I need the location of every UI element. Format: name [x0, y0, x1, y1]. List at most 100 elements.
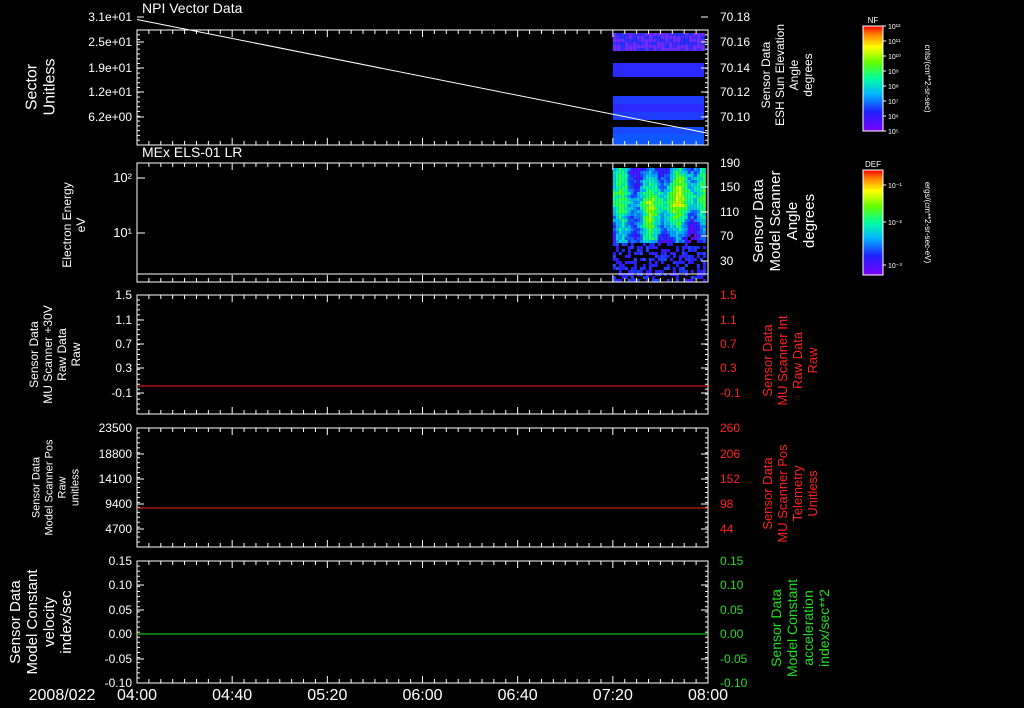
- spectrogram-cell: [630, 216, 634, 219]
- spectrogram-cell: [633, 225, 637, 228]
- spectrogram-cell: [666, 192, 670, 195]
- spectrogram-cell: [624, 42, 629, 45]
- spectrogram-cell: [642, 219, 646, 222]
- y2-axis-label-line: Sensor Data: [768, 589, 784, 667]
- spectrogram-cell: [642, 201, 646, 204]
- spectrogram-cell: [636, 216, 640, 219]
- spectrogram-cell: [660, 225, 664, 228]
- spectrogram-cell: [654, 255, 658, 258]
- spectrogram-cell: [696, 39, 701, 42]
- spectrogram-cell: [639, 234, 643, 237]
- spectrogram-cell: [648, 270, 652, 273]
- spectrogram-cell: [684, 198, 688, 201]
- spectrogram-cell: [630, 168, 634, 171]
- y2-tick-label: -0.1: [720, 386, 741, 400]
- spectrogram-cell: [654, 264, 658, 267]
- spectrogram-cell: [615, 189, 619, 192]
- spectrogram-cell: [664, 39, 669, 42]
- y2-tick-label: 0.10: [720, 578, 744, 592]
- spectrogram-cell: [624, 231, 628, 234]
- spectrogram-cell: [648, 240, 652, 243]
- spectrogram-cell: [644, 39, 649, 42]
- spectrogram-cell: [676, 36, 681, 39]
- spectrogram-cell: [675, 201, 679, 204]
- spectrogram-cell: [616, 42, 621, 45]
- spectrogram-cell: [615, 234, 619, 237]
- spectrogram-cell: [669, 231, 673, 234]
- spectrogram-cell: [687, 246, 691, 249]
- spectrogram-cell: [657, 186, 661, 189]
- spectrogram-cell: [693, 180, 697, 183]
- spectrogram-cell: [616, 36, 621, 39]
- spectrogram-cell: [702, 255, 706, 258]
- spectrogram-cell: [636, 186, 640, 189]
- spectrogram-cell: [651, 195, 655, 198]
- spectrogram-cell: [696, 198, 700, 201]
- spectrogram-cell: [666, 201, 670, 204]
- spectrogram-cell: [702, 267, 706, 270]
- spectrogram-cell: [633, 267, 637, 270]
- spectrogram-cell: [651, 237, 655, 240]
- spectrogram-cell: [618, 264, 622, 267]
- spectrogram-cell: [651, 183, 655, 186]
- spectrogram-cell: [618, 234, 622, 237]
- spectrogram-cell: [618, 267, 622, 270]
- spectrogram-cell: [696, 33, 701, 36]
- y-axis-label-line: Electron Energy: [60, 182, 74, 267]
- spectrogram-cell: [618, 252, 622, 255]
- spectrogram-cell: [687, 216, 691, 219]
- spectrogram-cell: [639, 258, 643, 261]
- spectrogram-cell: [675, 213, 679, 216]
- spectrogram-cell: [624, 207, 628, 210]
- spectrogram-cell: [618, 171, 622, 174]
- spectrogram-cell: [684, 243, 688, 246]
- spectrogram-cell: [628, 36, 633, 39]
- spectrogram-cell: [681, 249, 685, 252]
- spectrogram-cell: [696, 183, 700, 186]
- spectrogram-cell: [657, 240, 661, 243]
- spectrogram-cell: [639, 210, 643, 213]
- y-axis-label-line: MU Scanner +30V: [41, 305, 55, 403]
- spectrogram-cell: [681, 225, 685, 228]
- nf-colorbar-tick-label: 10¹⁰: [888, 53, 901, 61]
- spectrogram-cell: [627, 186, 631, 189]
- spectrogram-cell: [630, 228, 634, 231]
- spectrogram-cell: [693, 183, 697, 186]
- spectrogram-cell: [687, 198, 691, 201]
- y-tick-label: 0.3: [115, 361, 132, 375]
- spectrogram-cell: [681, 204, 685, 207]
- spectrogram-cell: [648, 201, 652, 204]
- spectrogram-cell: [687, 183, 691, 186]
- spectrogram-cell: [630, 261, 634, 264]
- spectrogram-cell: [669, 243, 673, 246]
- spectrogram-cell: [615, 207, 619, 210]
- y2-tick-label: 70.14: [720, 61, 750, 75]
- spectrogram-cell: [666, 180, 670, 183]
- spectrogram-cell: [657, 207, 661, 210]
- spectrogram-cell: [678, 261, 682, 264]
- spectrogram-cell: [654, 189, 658, 192]
- y2-tick-label: 30: [720, 254, 734, 268]
- spectrogram-cell: [696, 252, 700, 255]
- spectrogram-cell: [639, 267, 643, 270]
- spectrogram-cell: [627, 198, 631, 201]
- spectrogram-cell: [633, 219, 637, 222]
- spectrogram-cell: [616, 45, 621, 48]
- spectrogram-cell: [645, 204, 649, 207]
- spectrogram-cell: [702, 237, 706, 240]
- y2-axis-label: Sensor DataModel Constantaccelerationind…: [768, 579, 832, 677]
- spectrogram-cell: [669, 228, 673, 231]
- spectrogram-cell: [702, 189, 706, 192]
- spectrogram-cell: [688, 48, 693, 51]
- spectrogram-cell: [636, 189, 640, 192]
- spectrogram-cell: [621, 234, 625, 237]
- spectrogram-cell: [624, 192, 628, 195]
- spectrogram-cell: [651, 171, 655, 174]
- spectrogram-cell: [672, 168, 676, 171]
- spectrogram-cell: [684, 42, 689, 45]
- spectrogram-cell: [675, 237, 679, 240]
- spectrogram-cell: [657, 189, 661, 192]
- spectrogram-cell: [693, 225, 697, 228]
- spectrogram-cell: [618, 261, 622, 264]
- spectrogram-cell: [639, 168, 643, 171]
